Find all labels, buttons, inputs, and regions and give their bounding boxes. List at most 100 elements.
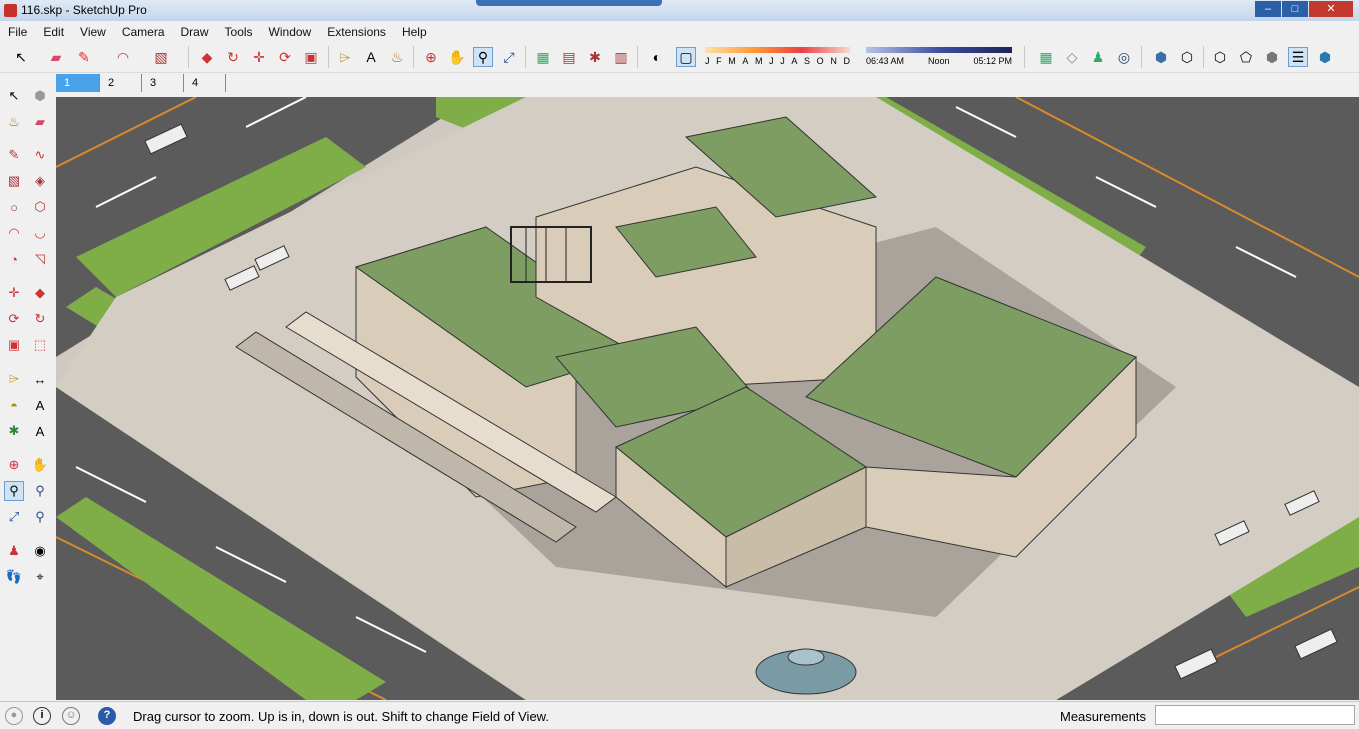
share-model-icon[interactable]: ▤ (559, 47, 579, 67)
menu-window[interactable]: Window (261, 22, 320, 41)
maximize-button[interactable]: □ (1282, 1, 1308, 17)
position-camera-icon[interactable]: ♟ (4, 541, 24, 561)
scale-icon[interactable]: ▣ (4, 335, 24, 355)
previous-view-icon[interactable]: ⚲ (30, 507, 50, 527)
rectangle-icon[interactable]: ▧ (4, 171, 24, 191)
paint-icon[interactable]: ♨ (4, 112, 24, 132)
menu-file[interactable]: File (0, 22, 35, 41)
pie-icon[interactable]: ◹ (30, 249, 50, 269)
scene-tab-2[interactable]: 2 (100, 74, 142, 92)
menu-bar: File Edit View Camera Draw Tools Window … (0, 22, 1359, 41)
rotated-rectangle-icon[interactable]: ◈ (30, 171, 50, 191)
circle-icon[interactable]: ○ (4, 197, 24, 217)
three-point-arc-icon[interactable]: ◔ (4, 249, 24, 269)
text-icon[interactable]: A (30, 395, 50, 415)
hidden-line-style-icon[interactable]: ⬢ (1262, 47, 1282, 67)
orbit-tool-icon[interactable]: ⊕ (421, 47, 441, 67)
section-plane-icon[interactable]: ⌖ (30, 567, 50, 587)
user-account-icon[interactable]: ☺ (62, 707, 80, 725)
move-tool-icon[interactable]: ✛ (249, 47, 269, 67)
geo-location-icon[interactable]: ◎ (1114, 47, 1134, 67)
zoom-extents-tool-icon[interactable]: ⤢ (499, 47, 519, 67)
section-plane-icon[interactable]: ▦ (1036, 47, 1056, 67)
walk-icon[interactable]: 👣 (4, 567, 24, 587)
dimension-icon[interactable]: ↔ (30, 369, 50, 389)
extension-warehouse-icon[interactable]: ✱ (585, 47, 605, 67)
eraser-icon[interactable]: ▰ (30, 112, 50, 132)
credits-info-icon[interactable]: i (33, 707, 51, 725)
instructor-help-icon[interactable]: ? (98, 707, 116, 725)
follow-me-tool-icon[interactable]: ↻ (223, 47, 243, 67)
menu-help[interactable]: Help (394, 22, 435, 41)
menu-extensions[interactable]: Extensions (319, 22, 394, 41)
line-icon[interactable]: ✎ (4, 145, 24, 165)
sketchup-app-icon[interactable] (4, 4, 17, 17)
make-component-icon[interactable]: ⬢ (30, 86, 50, 106)
paint-bucket-tool-icon[interactable]: ♨ (387, 47, 407, 67)
zoom-tool-icon[interactable]: ⚲ (473, 47, 493, 67)
offset-icon[interactable]: ⬚ (30, 335, 50, 355)
geo-location-status-icon[interactable]: ● (5, 707, 23, 725)
orbit-icon[interactable]: ⊕ (4, 455, 24, 475)
title-tab-decoration (476, 0, 662, 6)
pan-tool-icon[interactable]: ✋ (447, 47, 467, 67)
protractor-icon[interactable]: ◓ (4, 395, 24, 415)
arc-tool-icon[interactable]: ◠ (113, 47, 133, 67)
textured-style-icon[interactable]: ⬢ (1315, 47, 1335, 67)
measurements-input[interactable] (1155, 705, 1355, 725)
polygon-icon[interactable]: ⬡ (30, 197, 50, 217)
month-label: A (742, 56, 749, 66)
shaded-style-icon[interactable]: ☰ (1288, 47, 1308, 67)
select-tool-icon[interactable]: ↖ (11, 47, 31, 67)
zoom-extents-icon[interactable]: ⤢ (4, 507, 24, 527)
xray-style-icon[interactable]: ⬡ (1210, 47, 1230, 67)
push-pull-tool-icon[interactable]: ◆ (197, 47, 217, 67)
freehand-icon[interactable]: ∿ (30, 145, 50, 165)
pan-icon[interactable]: ✋ (30, 455, 50, 475)
push-pull-icon[interactable]: ◆ (30, 283, 50, 303)
menu-camera[interactable]: Camera (114, 22, 173, 41)
arc-icon[interactable]: ◠ (4, 223, 24, 243)
display-shadows-icon[interactable]: ◐ (647, 47, 667, 67)
top-view-icon[interactable]: ⬡ (1177, 47, 1197, 67)
move-icon[interactable]: ✛ (4, 283, 24, 303)
scale-tool-icon[interactable]: ▣ (301, 47, 321, 67)
shadow-month-slider[interactable]: J F M A M J J A S O N D (705, 47, 850, 66)
menu-view[interactable]: View (72, 22, 114, 41)
menu-edit[interactable]: Edit (35, 22, 72, 41)
model-viewport[interactable] (56, 97, 1359, 700)
minimize-button[interactable]: – (1255, 1, 1281, 17)
sandbox-icon[interactable]: ◇ (1062, 47, 1082, 67)
wireframe-style-icon[interactable]: ⬠ (1236, 47, 1256, 67)
zoom-window-icon[interactable]: ⚲ (30, 481, 50, 501)
iso-view-icon[interactable]: ⬢ (1151, 47, 1171, 67)
select-icon[interactable]: ↖ (4, 86, 24, 106)
close-button[interactable]: ✕ (1309, 1, 1353, 17)
shadow-settings-icon[interactable]: ▢ (676, 47, 696, 67)
tape-measure-tool-icon[interactable]: ⌲ (335, 47, 355, 67)
rotate-icon[interactable]: ⟳ (4, 309, 24, 329)
scene-tab-3[interactable]: 3 (142, 74, 184, 92)
position-camera-icon[interactable]: ♟ (1088, 47, 1108, 67)
month-label: J (705, 56, 710, 66)
eraser-tool-icon[interactable]: ▰ (46, 47, 66, 67)
scene-tab-4[interactable]: 4 (184, 74, 226, 92)
rotate-tool-icon[interactable]: ⟳ (275, 47, 295, 67)
menu-tools[interactable]: Tools (217, 22, 261, 41)
month-label: J (780, 56, 785, 66)
share-component-icon[interactable]: ▥ (611, 47, 631, 67)
zoom-icon[interactable]: ⚲ (4, 481, 24, 501)
look-around-icon[interactable]: ◉ (30, 541, 50, 561)
text-tool-icon[interactable]: A (361, 47, 381, 67)
tape-measure-icon[interactable]: ⌲ (4, 369, 24, 389)
two-point-arc-icon[interactable]: ◡ (30, 223, 50, 243)
axes-icon[interactable]: ✱ (4, 421, 24, 441)
scene-tab-1[interactable]: 1 (56, 74, 100, 92)
rectangle-tool-icon[interactable]: ▧ (151, 47, 171, 67)
warehouse-icon[interactable]: ▦ (533, 47, 553, 67)
3d-text-icon[interactable]: A (30, 421, 50, 441)
line-tool-icon[interactable]: ✎ (74, 47, 94, 67)
shadow-time-slider[interactable]: 06:43 AM Noon 05:12 PM (866, 47, 1012, 66)
menu-draw[interactable]: Draw (173, 22, 217, 41)
follow-me-icon[interactable]: ↻ (30, 309, 50, 329)
